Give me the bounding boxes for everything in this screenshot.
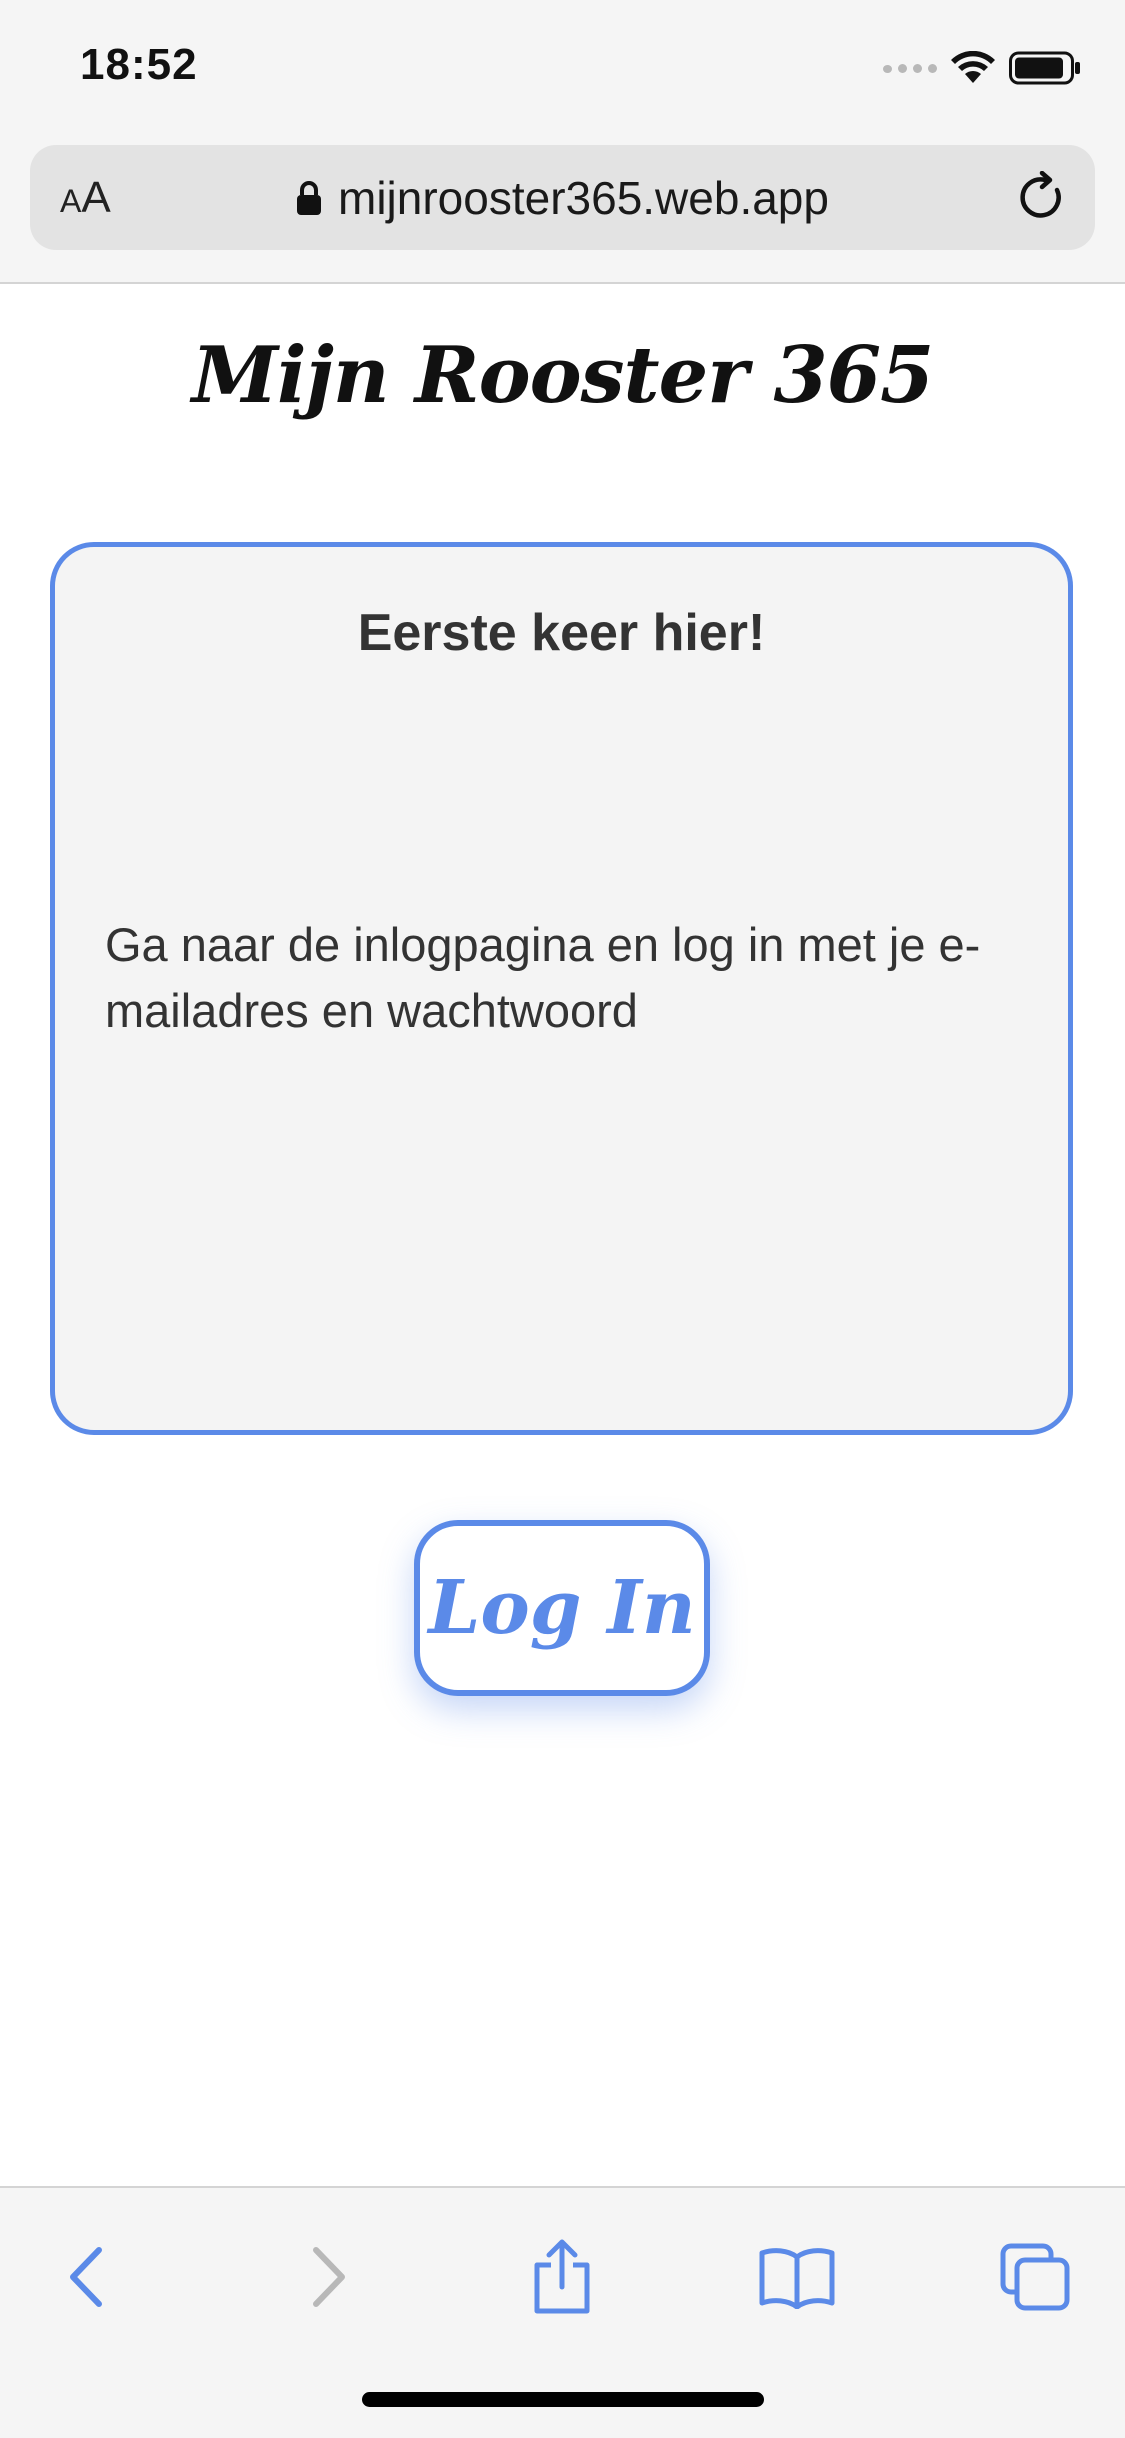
address-bar[interactable]: AA mijnrooster365.web.app [30, 145, 1095, 250]
chevron-left-icon [70, 2247, 102, 2307]
card-text: Ga naar de inlogpagina en log in met je … [105, 918, 981, 1037]
wifi-icon [951, 51, 995, 83]
tabs-button[interactable] [990, 2232, 1080, 2322]
share-icon [534, 2239, 590, 2314]
info-card: Eerste keer hier! Ga naar de inlogpagina… [50, 542, 1073, 1435]
reload-icon[interactable] [1015, 171, 1069, 225]
tabs-icon [1000, 2243, 1070, 2311]
bookmarks-button[interactable] [752, 2232, 842, 2322]
status-indicators [883, 48, 1081, 88]
forward-button[interactable] [283, 2232, 373, 2322]
login-button[interactable]: Log In [414, 1520, 710, 1696]
share-button[interactable] [517, 2232, 607, 2322]
lock-icon [297, 180, 322, 215]
cellular-signal-icon [883, 63, 937, 73]
url-text: mijnrooster365.web.app [338, 171, 829, 224]
chevron-right-icon [313, 2247, 345, 2307]
page-title: Mijn Rooster 365 [191, 330, 935, 421]
back-button[interactable] [42, 2232, 132, 2322]
browser-top-chrome: 18:52 AA mijnrooster365.web.app [0, 0, 1125, 284]
battery-icon [1009, 51, 1080, 85]
url-display[interactable]: mijnrooster365.web.app [30, 145, 1095, 250]
status-time: 18:52 [80, 40, 198, 89]
home-indicator[interactable] [362, 2392, 764, 2407]
book-icon [759, 2248, 835, 2309]
card-title: Eerste keer hier! [357, 604, 766, 662]
